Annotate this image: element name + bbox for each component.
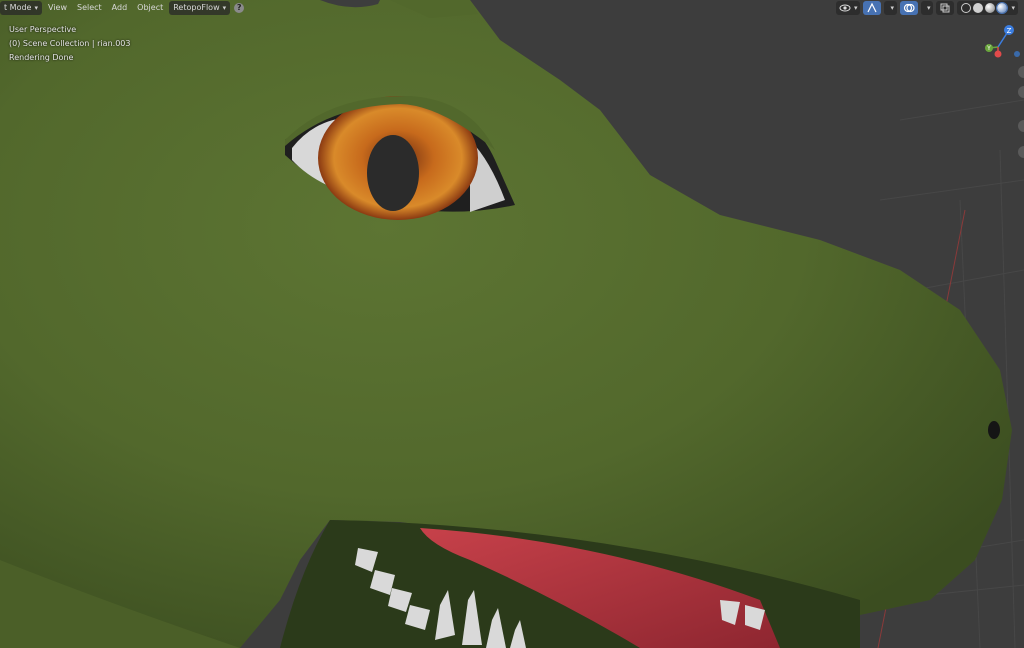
render-status: Rendering Done (9, 53, 74, 62)
scene-render[interactable] (0, 0, 1024, 648)
chevron-down-icon: ▾ (890, 4, 894, 12)
chevron-down-icon: ▾ (1011, 4, 1015, 12)
menu-view[interactable]: View (44, 1, 71, 15)
3d-viewport[interactable] (0, 0, 1024, 648)
visibility-toggle[interactable]: ▾ (835, 1, 861, 15)
viewport-header-right: ▾ ▾ ▾ ▾ (835, 1, 1018, 15)
overlay-toggle[interactable] (899, 1, 918, 15)
mode-selector[interactable]: t Mode ▾ (0, 1, 42, 15)
retopoflow-label: RetopoFlow (173, 3, 220, 12)
chevron-down-icon: ▾ (222, 4, 227, 12)
chevron-down-icon: ▾ (926, 4, 931, 12)
eye-icon (839, 4, 851, 12)
gizmo-toggle[interactable] (863, 1, 882, 15)
overlay-options[interactable]: ▾ (920, 1, 934, 15)
chevron-down-icon: ▾ (853, 4, 858, 12)
pan-control[interactable] (1018, 86, 1024, 98)
material-shading-icon[interactable] (985, 3, 996, 13)
menu-object[interactable]: Object (133, 1, 167, 15)
axis-neg-x-handle (1014, 51, 1020, 57)
camera-view-toggle[interactable] (1018, 120, 1024, 132)
view-name: User Perspective (9, 25, 77, 34)
rendered-shading-icon[interactable] (996, 2, 1009, 14)
wireframe-shading-icon[interactable] (961, 3, 972, 13)
xray-icon (940, 3, 950, 13)
projection-toggle[interactable] (1018, 146, 1024, 158)
gizmo-options[interactable]: ▾ (884, 1, 897, 15)
axis-y-label: Y (986, 45, 991, 52)
collection-line: (0) Scene Collection | rian.003 (9, 39, 131, 48)
viewport-overlay-info: User Perspective (0) Scene Collection | … (9, 23, 130, 65)
help-icon[interactable]: ? (234, 3, 245, 13)
axis-x-handle (994, 50, 1002, 58)
shading-modes: ▾ (957, 1, 1018, 15)
chevron-down-icon: ▾ (34, 4, 38, 12)
menu-select[interactable]: Select (73, 1, 106, 15)
axis-z-label: Z (1007, 27, 1012, 35)
zoom-control[interactable] (1018, 66, 1024, 78)
gizmo-icon (867, 2, 877, 13)
navigation-gizmo[interactable]: Z Y (984, 20, 1024, 60)
nostril (988, 421, 1000, 439)
pupil (367, 135, 419, 211)
retopoflow-menu[interactable]: RetopoFlow ▾ (169, 1, 231, 15)
mode-label: t Mode (4, 3, 32, 12)
xray-toggle[interactable] (936, 1, 955, 15)
solid-shading-icon[interactable] (973, 3, 984, 13)
overlay-icon (903, 3, 915, 13)
menu-add[interactable]: Add (108, 1, 132, 15)
